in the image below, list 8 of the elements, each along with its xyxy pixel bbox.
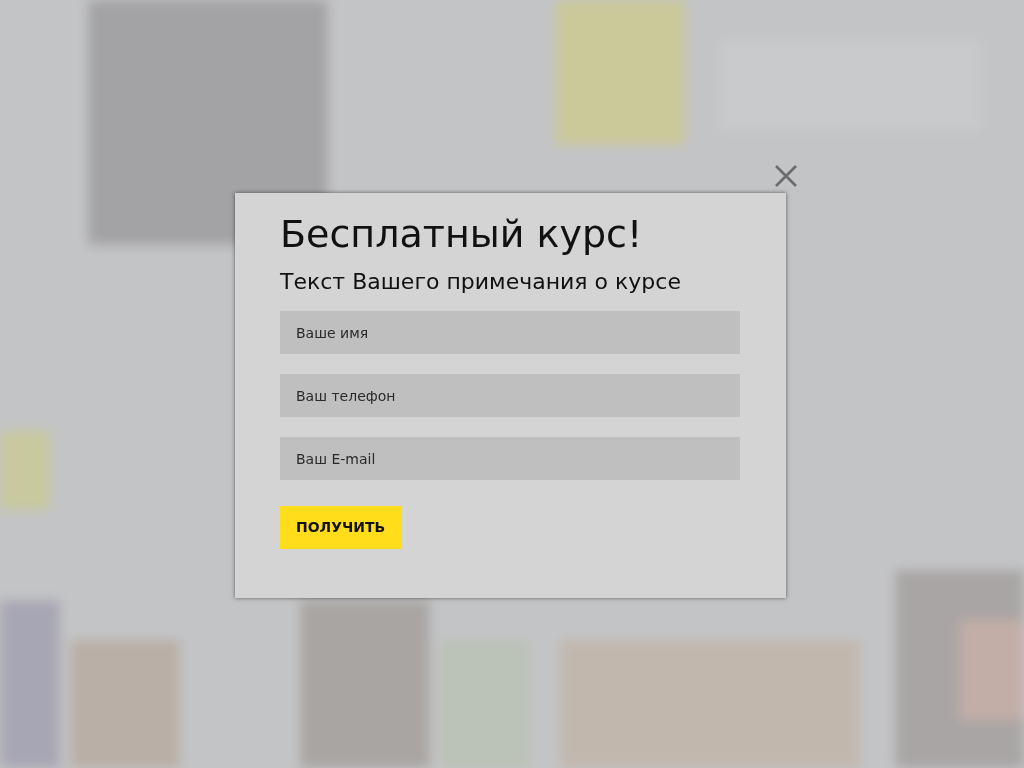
close-button[interactable] bbox=[774, 164, 798, 188]
input-field[interactable]: Ваш телефон bbox=[280, 374, 740, 418]
input-field[interactable]: Ваш E-mail bbox=[280, 437, 740, 481]
submit-button[interactable]: ПОЛУЧИТЬ bbox=[280, 506, 402, 550]
dialog-title: Бесплатный курс! bbox=[280, 213, 644, 257]
input-field[interactable]: Ваше имя bbox=[280, 311, 740, 355]
dialog-subtitle: Текст Вашего примечания о курсе bbox=[280, 268, 682, 296]
close-icon bbox=[774, 164, 798, 188]
